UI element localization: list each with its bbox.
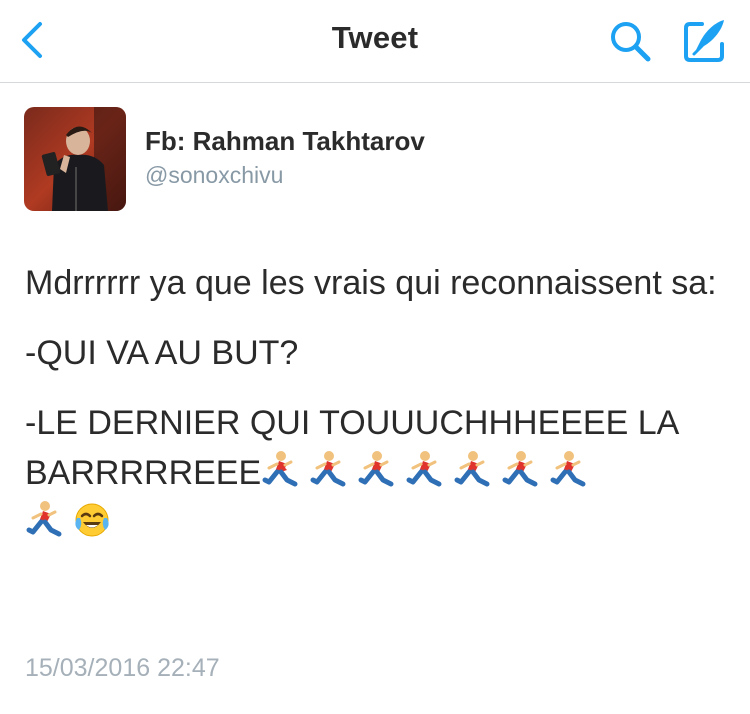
compose-icon [684, 20, 724, 62]
tweet-line: -LE DERNIER QUI TOUUUCHHHEEEE LA BARRRRR… [25, 398, 740, 498]
author-handle[interactable]: @sonoxchivu [145, 162, 283, 189]
tweet-line: Mdrrrrrr ya que les vrais qui reconnaiss… [25, 264, 717, 302]
runner-emoji-icon [501, 450, 539, 490]
runner-emoji-icon [309, 450, 347, 490]
compose-button[interactable] [680, 16, 730, 66]
tweet-text: Mdrrrrrr ya que les vrais qui reconnaiss… [25, 258, 740, 568]
tweet-timestamp: 15/03/2016 22:47 [25, 654, 220, 682]
search-icon [611, 22, 651, 62]
tweet-emoji-line [25, 498, 740, 548]
avatar[interactable] [24, 107, 126, 211]
runner-emoji-icon [549, 450, 587, 490]
runner-emoji-icon [453, 450, 491, 490]
runner-emoji-icon [357, 450, 395, 490]
runner-emoji-icon [405, 450, 443, 490]
author-display-name[interactable]: Fb: Rahman Takhtarov [145, 126, 425, 157]
search-button[interactable] [606, 17, 654, 65]
tears-of-joy-emoji-icon [73, 500, 111, 540]
runner-emoji-icon [261, 450, 299, 490]
navigation-bar: Tweet [0, 0, 750, 83]
runner-emoji-icon [25, 500, 63, 540]
tweet-line: -QUI VA AU BUT? [25, 334, 299, 372]
profile-photo [24, 107, 126, 211]
